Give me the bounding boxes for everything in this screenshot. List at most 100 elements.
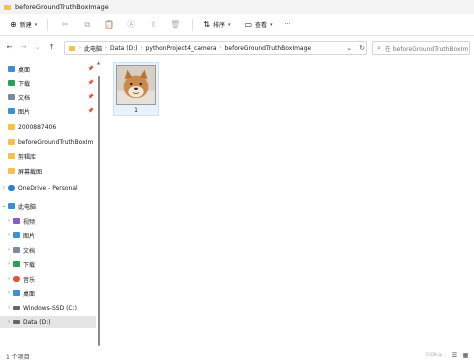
- delete-icon[interactable]: 🗑: [164, 18, 186, 32]
- sidebar-item-folder-2000887406[interactable]: 2000887406: [0, 121, 96, 133]
- sidebar-item-pc-desktop[interactable]: › 桌面: [0, 287, 96, 299]
- desktop-icon: [13, 290, 20, 296]
- breadcrumb-current-folder[interactable]: beforeGroundTruthBoxImage: [225, 45, 312, 52]
- sidebar-item-downloads[interactable]: 下载 📌: [0, 77, 96, 89]
- search-icon: ⌕: [377, 43, 381, 52]
- breadcrumb-data-drive[interactable]: Data (D:): [110, 45, 138, 52]
- refresh-icon[interactable]: ↻: [356, 42, 368, 54]
- document-icon: [8, 94, 15, 100]
- back-arrow-icon[interactable]: ←: [4, 40, 15, 54]
- cut-icon[interactable]: ✂: [54, 18, 76, 32]
- sidebar-item-pc-documents[interactable]: › 文档: [0, 244, 96, 256]
- pin-icon: 📌: [87, 80, 94, 86]
- breadcrumb-project[interactable]: pythonProject4_camera: [146, 45, 217, 52]
- chevron-right-icon: ›: [219, 45, 222, 51]
- chevron-right-icon[interactable]: ›: [5, 276, 13, 282]
- chevron-right-icon[interactable]: ›: [5, 232, 13, 238]
- navigation-pane: 桌面 📌 下载 📌 文档 📌 图片 📌 2000887406 beforeGro…: [0, 58, 103, 350]
- rename-icon[interactable]: Ⓐ: [120, 18, 142, 32]
- sidebar-item-drive-d[interactable]: › Data (D:): [0, 316, 96, 328]
- more-button[interactable]: ···: [281, 18, 295, 32]
- sidebar-item-label: 文档: [18, 94, 31, 102]
- sidebar-item-label: 桌面: [23, 290, 36, 298]
- status-bar: 1 个项目: [0, 350, 474, 362]
- document-icon: [13, 247, 20, 253]
- address-bar[interactable]: › 此电脑 › Data (D:) › pythonProject4_camer…: [64, 41, 367, 55]
- chevron-right-icon[interactable]: ›: [5, 261, 13, 267]
- chevron-right-icon[interactable]: ›: [5, 319, 13, 325]
- recent-chevron-icon[interactable]: ⌄: [32, 40, 43, 54]
- more-label: ···: [284, 21, 291, 28]
- chevron-down-icon: ▾: [270, 21, 273, 28]
- sidebar-item-label: 下载: [23, 261, 36, 269]
- sort-button[interactable]: ⇅ 排序 ▾: [199, 18, 234, 32]
- sidebar-item-pc-downloads[interactable]: › 下载: [0, 258, 96, 270]
- sidebar-item-label: 图片: [18, 108, 31, 116]
- sidebar-item-music[interactable]: › 音乐: [0, 273, 96, 285]
- sidebar-item-label: Data (D:): [23, 318, 51, 326]
- scrollbar-thumb[interactable]: [98, 76, 100, 346]
- sidebar-scrollbar[interactable]: ▲: [97, 58, 101, 350]
- sidebar-item-label: 音乐: [23, 276, 36, 284]
- plus-icon: ⊕: [10, 20, 17, 29]
- sidebar-item-folder-screenshots[interactable]: 屏幕截图: [0, 165, 96, 177]
- dropdown-chevron-icon[interactable]: ⌄: [343, 42, 355, 54]
- video-icon: [13, 218, 20, 224]
- large-icons-view-icon[interactable]: ▦: [461, 351, 470, 360]
- command-bar: ⊕ 新建 ▾ ✂ ⧉ 📋 Ⓐ ⇪ 🗑 ⇅ 排序 ▾ ▭ 查看 ▾ ···: [0, 14, 474, 36]
- file-name: 1: [134, 107, 138, 114]
- sort-icon: ⇅: [203, 20, 210, 29]
- file-item[interactable]: 1: [113, 62, 159, 116]
- drive-icon: [13, 320, 20, 324]
- sidebar-item-label: Windows-SSD (C:): [23, 304, 77, 312]
- sidebar-item-pc-pictures[interactable]: › 图片: [0, 229, 96, 241]
- scroll-up-icon[interactable]: ▲: [97, 60, 100, 65]
- sidebar-item-pictures[interactable]: 图片 📌: [0, 105, 96, 117]
- pin-icon: 📌: [87, 108, 94, 114]
- sort-label: 排序: [212, 22, 225, 29]
- toolbar-separator: [47, 18, 49, 31]
- copy-icon[interactable]: ⧉: [76, 18, 98, 32]
- folder-icon: [69, 45, 75, 51]
- sidebar-item-folder-clips[interactable]: 剪辑库: [0, 150, 96, 162]
- pin-icon: 📌: [87, 94, 94, 100]
- watermark-text: CSDN @...: [425, 352, 447, 357]
- up-arrow-icon[interactable]: ↑: [46, 40, 57, 54]
- new-button[interactable]: ⊕ 新建 ▾: [6, 18, 41, 32]
- share-icon[interactable]: ⇪: [142, 18, 164, 32]
- breadcrumb-this-pc[interactable]: 此电脑: [84, 44, 102, 53]
- drive-icon: [13, 306, 20, 310]
- new-label: 新建: [19, 22, 32, 29]
- search-input[interactable]: ⌕ 在 beforeGroundTruthBoxIm: [372, 41, 470, 55]
- sidebar-item-label: 文档: [23, 247, 36, 255]
- sidebar-item-label: beforeGroundTruthBoxIm: [18, 138, 94, 146]
- sidebar-item-drive-c[interactable]: › Windows-SSD (C:): [0, 302, 96, 314]
- view-button[interactable]: ▭ 查看 ▾: [240, 18, 276, 32]
- music-icon: [13, 276, 20, 282]
- chevron-down-icon: ▾: [34, 21, 38, 28]
- sidebar-item-desktop[interactable]: 桌面 📌: [0, 63, 96, 75]
- picture-icon: [13, 232, 20, 238]
- sidebar-item-folder-beforegroundtruth[interactable]: beforeGroundTruthBoxIm: [0, 136, 96, 148]
- chevron-right-icon[interactable]: ›: [5, 218, 13, 224]
- file-list: [104, 58, 474, 350]
- sidebar-item-label: 图片: [23, 232, 36, 240]
- sidebar-item-onedrive[interactable]: › OneDrive - Personal: [0, 182, 96, 194]
- sidebar-item-videos[interactable]: › 视频: [0, 215, 96, 227]
- chevron-right-icon[interactable]: ›: [0, 185, 8, 191]
- window-title: beforeGroundTruthBoxImage: [15, 3, 109, 11]
- sidebar-item-documents[interactable]: 文档 📌: [0, 91, 96, 103]
- sidebar-item-label: 视频: [23, 218, 36, 226]
- chevron-right-icon: ›: [79, 45, 81, 51]
- details-view-icon[interactable]: ☰: [450, 351, 459, 360]
- chevron-right-icon: ›: [105, 45, 108, 51]
- chevron-right-icon[interactable]: ›: [5, 247, 13, 253]
- forward-arrow-icon[interactable]: →: [18, 40, 29, 54]
- sidebar-item-this-pc[interactable]: ⌄ 此电脑: [0, 200, 96, 212]
- chevron-right-icon[interactable]: ›: [5, 305, 13, 311]
- chevron-down-icon[interactable]: ⌄: [0, 203, 8, 209]
- folder-icon: [8, 139, 15, 145]
- folder-icon: [8, 153, 15, 159]
- chevron-right-icon[interactable]: ›: [5, 290, 13, 296]
- paste-icon[interactable]: 📋: [98, 18, 120, 32]
